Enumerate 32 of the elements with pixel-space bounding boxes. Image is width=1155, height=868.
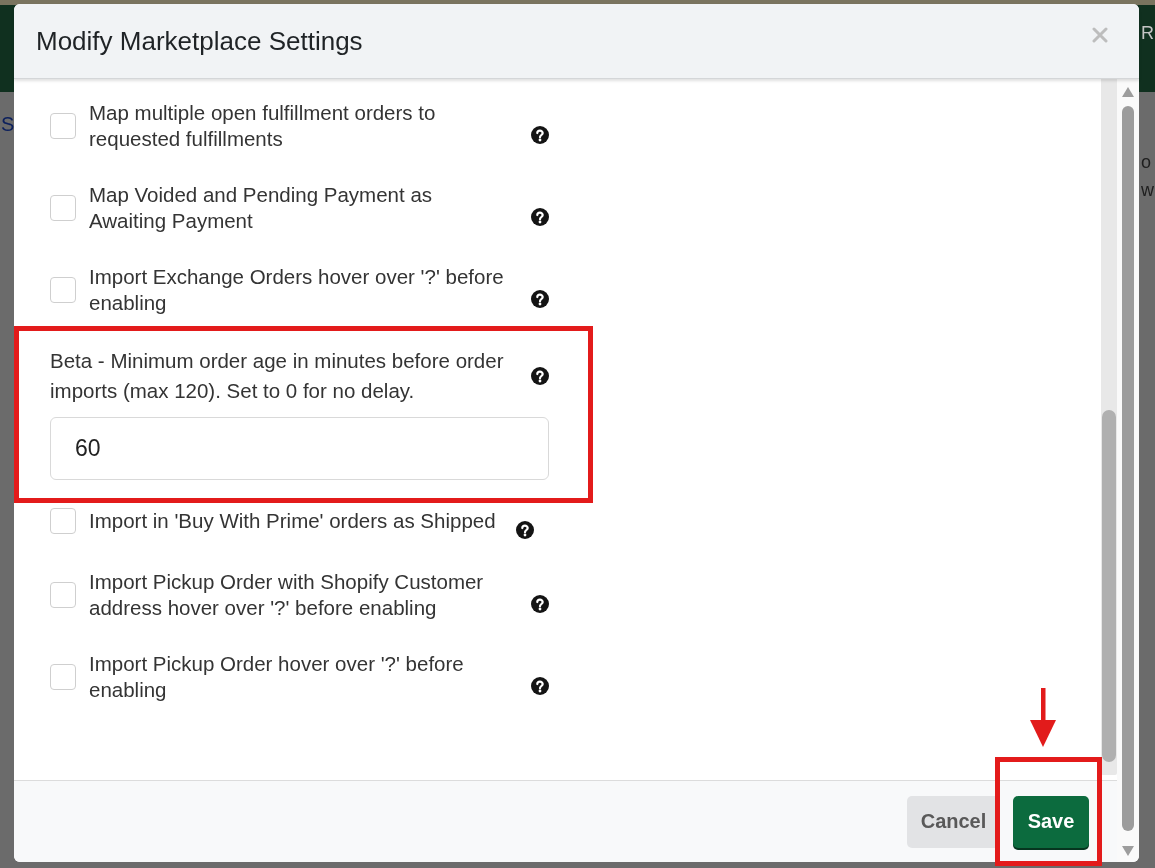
text-fragment: R: [1141, 23, 1154, 44]
help-icon[interactable]: [531, 290, 549, 308]
scrollbar-thumb[interactable]: [1102, 410, 1116, 762]
input-field[interactable]: 60: [50, 417, 549, 480]
field-label: Beta - Minimum order age in minutes before order imports (max 120). Set to 0 for no delay.: [50, 348, 505, 404]
help-icon[interactable]: [531, 208, 549, 226]
help-icon[interactable]: [515, 521, 534, 539]
checkbox-label: Map multiple open fulfillment orders to requested fulfillments: [89, 100, 437, 152]
scroll-up-icon[interactable]: [1122, 87, 1134, 97]
checkbox-label: Import Pickup Order with Shopify Customer address hover over '?' before enabling: [89, 569, 485, 621]
scrollbar-thumb[interactable]: [1122, 106, 1134, 831]
checkbox-label: Map Voided and Pending Payment as Awaiting Payment: [89, 182, 434, 234]
text-fragment: S: [1, 113, 15, 135]
checkbox[interactable]: [50, 195, 76, 221]
save-button[interactable]: Save: [1013, 795, 1089, 848]
help-icon[interactable]: [531, 595, 549, 613]
help-icon[interactable]: [531, 367, 549, 385]
help-icon[interactable]: [531, 126, 549, 144]
checkbox[interactable]: [50, 664, 76, 690]
checkbox[interactable]: [50, 277, 76, 303]
checkbox[interactable]: [50, 508, 76, 534]
checkbox-label: Import in 'Buy With Prime' orders as Shipped: [89, 508, 496, 534]
text-fragment: o: [1141, 151, 1152, 174]
dialog-title: Modify Marketplace Settings: [36, 25, 363, 57]
checkbox-label: Import Pickup Order hover over '?' before enabling: [89, 651, 465, 703]
close-icon[interactable]: [1092, 27, 1108, 43]
checkbox[interactable]: [50, 582, 76, 608]
help-icon[interactable]: [531, 677, 549, 695]
checkbox-label: Import Exchange Orders hover over '?' before enabling: [89, 264, 505, 316]
scroll-down-icon[interactable]: [1122, 846, 1134, 856]
text-fragment: w: [1141, 179, 1155, 202]
checkbox[interactable]: [50, 113, 76, 139]
